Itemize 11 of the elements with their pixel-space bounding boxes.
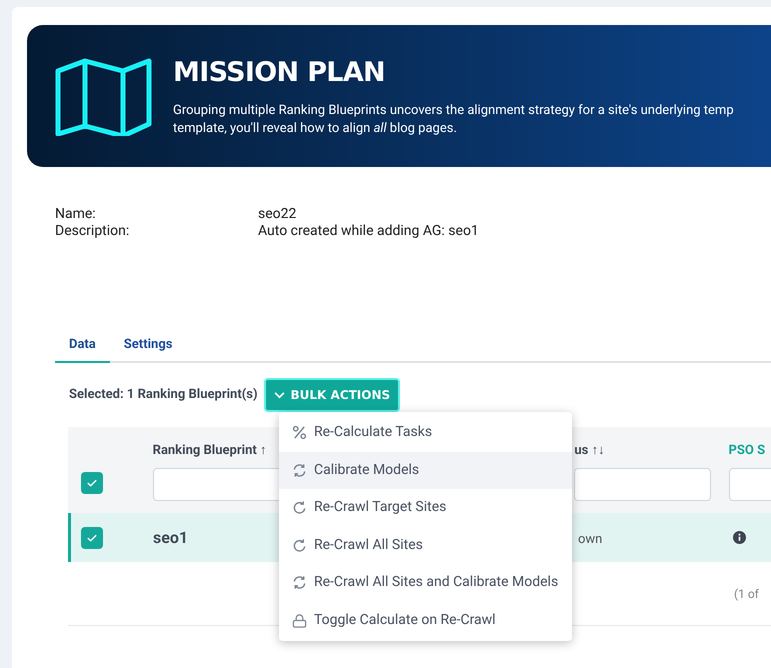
table-cell: seo1 bbox=[153, 528, 188, 546]
banner-text: Grouping multiple Ranking Blueprints uncovers the alignment strategy for a site's underlying temp bbox=[173, 102, 734, 120]
paginator-text: (1 of bbox=[734, 586, 759, 602]
field-value: seo22 bbox=[258, 206, 296, 223]
field-value: Auto created while adding AG: seo1 bbox=[258, 223, 479, 240]
banner-text: template, you'll reveal how to align all blog pages. bbox=[173, 120, 458, 138]
field-label: Name: bbox=[55, 206, 97, 223]
table-cell: own bbox=[578, 532, 602, 546]
field-label: Description: bbox=[55, 223, 130, 240]
banner-title: MISSION PLAN bbox=[173, 57, 386, 89]
selection-count: Selected: 1 Ranking Blueprint(s) bbox=[69, 386, 258, 404]
